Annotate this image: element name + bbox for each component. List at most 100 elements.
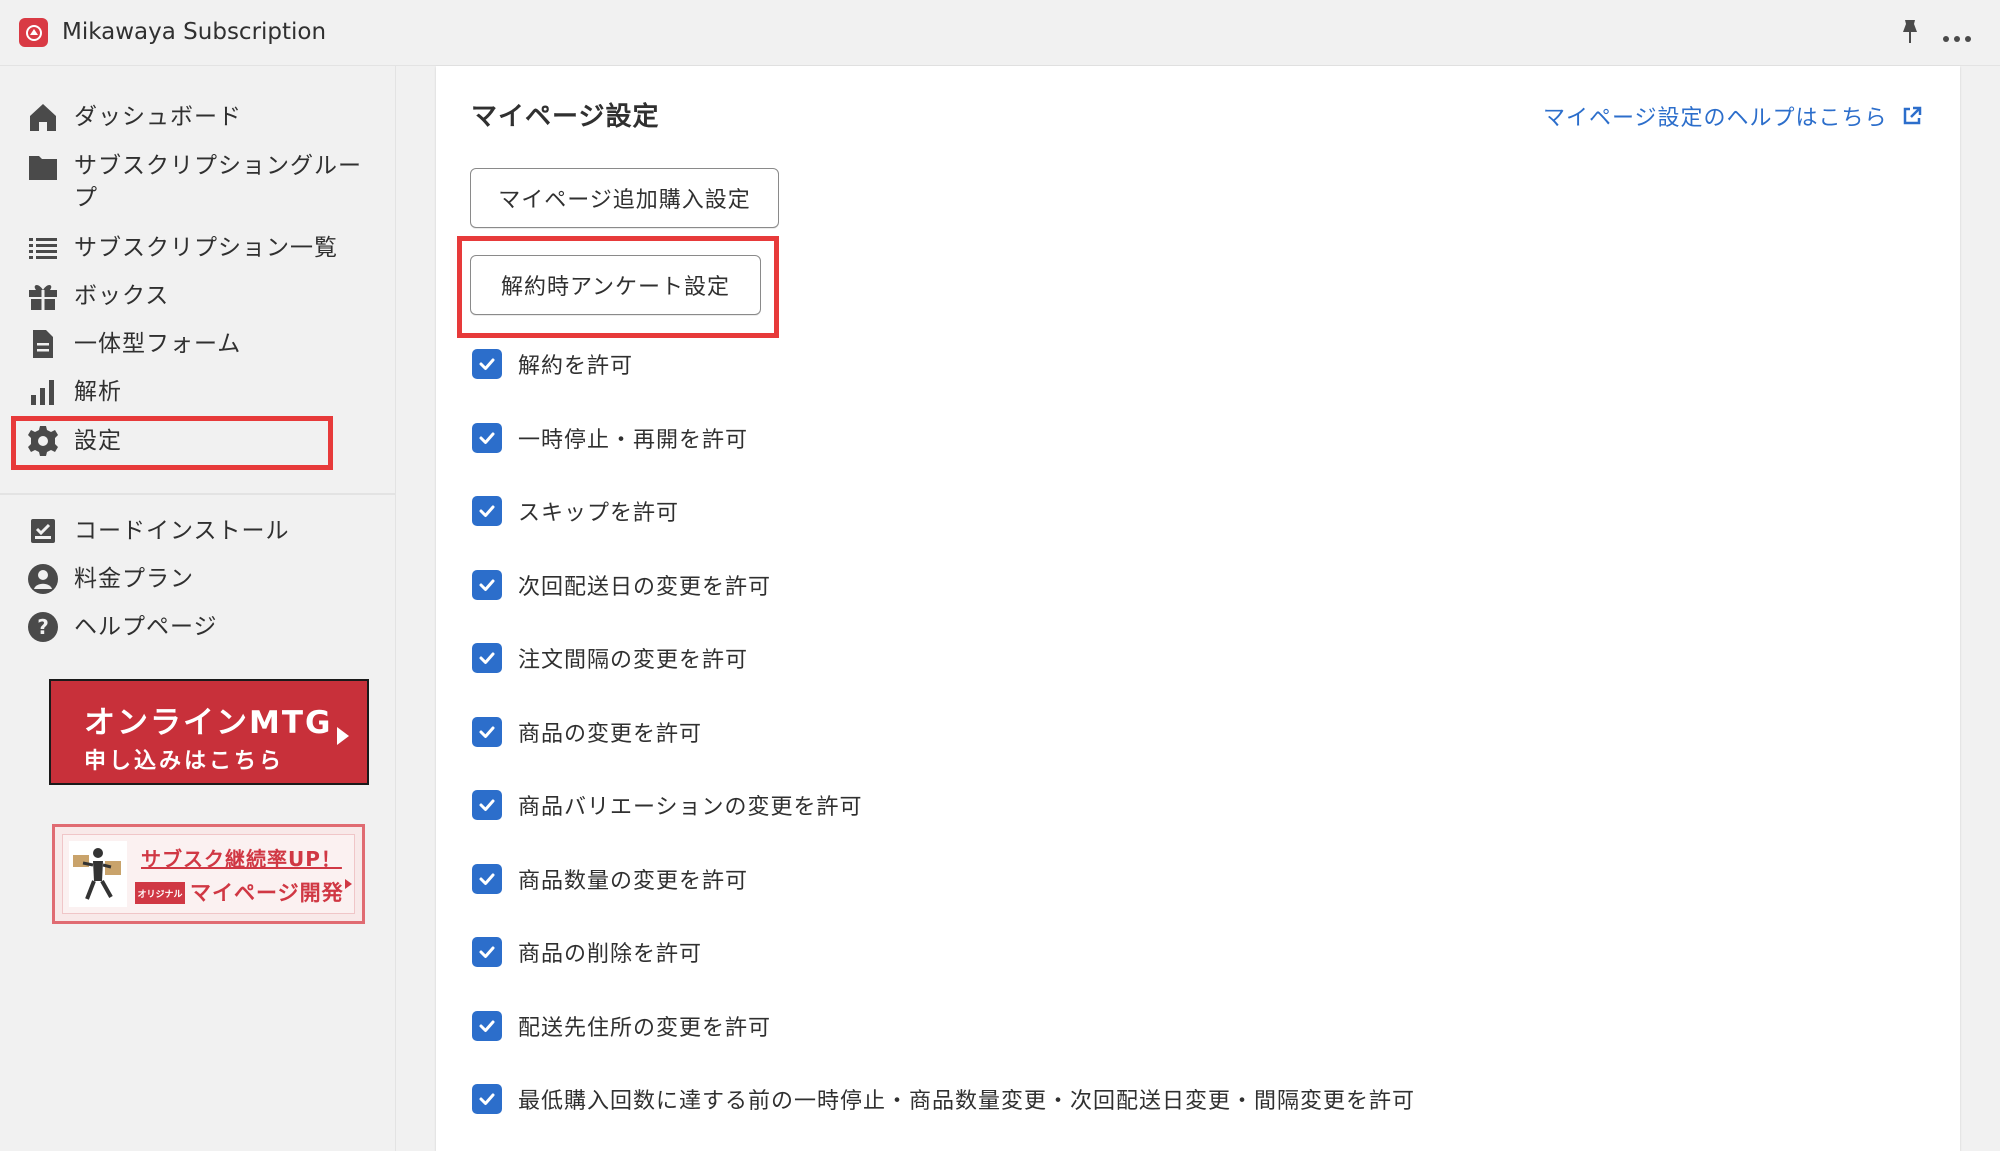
checkbox-label: 商品の変更を許可 [518, 722, 703, 747]
banner-title: オンラインMTG [84, 705, 333, 741]
checkbox-row[interactable]: 一時停止・再開を許可 [472, 422, 748, 454]
svg-text:?: ? [37, 615, 49, 639]
folder-icon [26, 150, 62, 186]
checkmark-icon [479, 652, 495, 664]
checkmark-icon [479, 873, 495, 885]
checkbox-label: 一時停止・再開を許可 [518, 428, 749, 453]
banner-inner: サブスク継続率UP！ オリジナル マイページ開発 [62, 834, 355, 914]
sidebar-item-pricing[interactable]: 料金プラン [26, 562, 194, 602]
sidebar-item-label: 一体型フォーム [74, 331, 242, 357]
checkbox-label: 解約を許可 [518, 354, 634, 379]
checkbox-row[interactable]: 解約を許可 [472, 348, 633, 380]
sidebar-item-label: サブスクリプション一覧 [74, 235, 338, 261]
checkbox-row[interactable]: 商品の変更を許可 [472, 716, 702, 748]
sidebar-item-help[interactable]: ? ヘルプページ [26, 610, 218, 650]
sidebar-item-label: ダッシュボード [74, 104, 242, 130]
checkbox-row[interactable]: 注文間隔の変更を許可 [472, 642, 748, 674]
checkbox-row[interactable]: 商品バリエーションの変更を許可 [472, 789, 863, 821]
online-mtg-banner[interactable]: オンラインMTG 申し込みはこちら [49, 679, 369, 785]
checkbox[interactable] [472, 717, 502, 747]
app-logo-icon [19, 18, 48, 47]
checkbox[interactable] [472, 643, 502, 673]
gear-icon [26, 424, 62, 460]
person-illustration-icon [69, 841, 127, 907]
checkbox-row[interactable]: 次回配送日の変更を許可 [472, 569, 771, 601]
user-circle-icon [26, 562, 62, 598]
additional-purchase-settings-button[interactable]: マイページ追加購入設定 [470, 168, 779, 228]
sidebar-item-subscription-group[interactable]: サブスクリプショングループ [26, 150, 364, 220]
checkbox-row[interactable]: 配送先住所の変更を許可 [472, 1010, 771, 1042]
checkbox[interactable] [472, 496, 502, 526]
checkbox-row[interactable]: 商品の削除を許可 [472, 936, 702, 968]
checkmark-icon [479, 1020, 495, 1032]
gift-icon [26, 279, 62, 315]
sidebar-item-label: 解析 [74, 379, 122, 405]
mypage-development-banner[interactable]: サブスク継続率UP！ オリジナル マイページ開発 [52, 824, 365, 924]
checkbox-label: 配送先住所の変更を許可 [518, 1016, 772, 1041]
checkmark-icon [479, 1093, 495, 1105]
chevron-right-icon [337, 727, 349, 745]
banner-headline: サブスク継続率UP！ [141, 847, 342, 871]
inbox-check-icon [26, 514, 62, 550]
checkmark-icon [479, 946, 495, 958]
sidebar-item-label: 料金プラン [74, 566, 194, 592]
app-title: Mikawaya Subscription [62, 19, 327, 45]
checkbox-label: 商品バリエーションの変更を許可 [518, 795, 863, 820]
checkbox-label: 商品の削除を許可 [518, 942, 703, 967]
checkbox-label: スキップを許可 [518, 501, 680, 526]
checkmark-icon [479, 726, 495, 738]
sidebar-item-settings[interactable]: 設定 [26, 424, 122, 464]
checkmark-icon [479, 799, 495, 811]
external-link-icon [1902, 106, 1922, 126]
pin-icon[interactable] [1897, 18, 1923, 46]
sidebar-item-label: ボックス [74, 283, 170, 309]
sidebar-item-box[interactable]: ボックス [26, 279, 169, 319]
sidebar-item-subscription-list[interactable]: サブスクリプション一覧 [26, 231, 338, 271]
bar-chart-icon [26, 375, 62, 411]
checkbox-label: 商品数量の変更を許可 [518, 869, 749, 894]
help-link[interactable]: マイページ設定のヘルプはこちら [1543, 100, 1922, 132]
sidebar-item-form[interactable]: 一体型フォーム [26, 327, 241, 367]
checkbox[interactable] [472, 349, 502, 379]
checkbox[interactable] [472, 570, 502, 600]
chevron-right-icon [345, 879, 352, 889]
checkbox-row[interactable]: スキップを許可 [472, 495, 679, 527]
checkbox[interactable] [472, 864, 502, 894]
checkbox-label: 注文間隔の変更を許可 [518, 648, 749, 673]
list-icon [26, 231, 62, 267]
sidebar-item-analytics[interactable]: 解析 [26, 375, 122, 415]
sidebar-item-label: ヘルプページ [74, 614, 218, 640]
sidebar-item-label: サブスクリプショングループ [74, 153, 362, 211]
checkbox-row[interactable]: 最低購入回数に達する前の一時停止・商品数量変更・次回配送日変更・間隔変更を許可 [472, 1083, 1415, 1115]
document-icon [26, 327, 62, 363]
home-icon [26, 100, 62, 136]
checkmark-icon [479, 505, 495, 517]
sidebar-divider [0, 493, 395, 495]
checkbox-label: 次回配送日の変更を許可 [518, 575, 772, 600]
checkmark-icon [479, 358, 495, 370]
sidebar-item-code-install[interactable]: コードインストール [26, 514, 290, 554]
checkmark-icon [479, 432, 495, 444]
banner-subtitle: 申し込みはこちら [84, 749, 285, 774]
checkmark-icon [479, 579, 495, 591]
checkbox[interactable] [472, 1084, 502, 1114]
sidebar-item-dashboard[interactable]: ダッシュボード [26, 100, 242, 140]
checkbox[interactable] [472, 937, 502, 967]
page-title: マイページ設定 [471, 102, 660, 132]
more-icon[interactable] [1942, 28, 1972, 42]
checkbox[interactable] [472, 790, 502, 820]
cancellation-survey-settings-button[interactable]: 解約時アンケート設定 [470, 255, 761, 315]
checkbox[interactable] [472, 1011, 502, 1041]
sidebar-item-label: コードインストール [74, 518, 290, 544]
sidebar [0, 66, 396, 1151]
question-circle-icon: ? [26, 610, 62, 646]
checkbox[interactable] [472, 423, 502, 453]
top-bar: Mikawaya Subscription [0, 0, 2000, 66]
help-link-label: マイページ設定のヘルプはこちら [1543, 106, 1888, 131]
checkbox-label: 最低購入回数に達する前の一時停止・商品数量変更・次回配送日変更・間隔変更を許可 [518, 1089, 1416, 1114]
settings-card [436, 66, 1960, 1151]
checkbox-row[interactable]: 商品数量の変更を許可 [472, 863, 748, 895]
original-tag: オリジナル [135, 882, 185, 904]
banner-text: マイページ開発 [190, 881, 344, 905]
sidebar-item-label: 設定 [74, 428, 122, 454]
